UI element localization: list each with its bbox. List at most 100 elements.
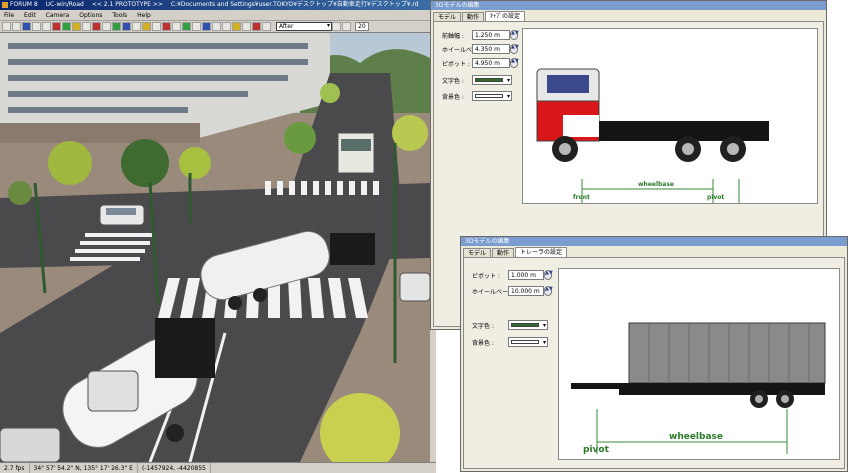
status-fps: 2.7 fps — [0, 463, 30, 473]
model-tool-icon[interactable] — [72, 22, 81, 31]
front-axle-value: 1.250 m — [475, 32, 500, 39]
menu-file[interactable]: File — [0, 10, 20, 20]
tree-tool-icon[interactable] — [112, 22, 121, 31]
trailer-preview: pivot wheelbase — [558, 268, 840, 460]
cab-stripe — [563, 115, 599, 137]
camera-tool-icon[interactable] — [82, 22, 91, 31]
car-tool-icon[interactable] — [252, 22, 261, 31]
dialog2-title: 3Dモデルの編集 — [461, 237, 847, 246]
move-tool-icon[interactable] — [132, 22, 141, 31]
open-file-icon[interactable] — [12, 22, 21, 31]
status-coordinates: 34° 57' 54.2" N, 135° 17' 26.3" E — [30, 463, 138, 473]
chevron-down-icon[interactable]: ▾ — [543, 338, 546, 347]
trailer-pivot-value: 1.000 m — [511, 272, 536, 279]
chevron-down-icon[interactable]: ▾ — [543, 321, 546, 330]
dialog2-tab-model[interactable]: モデル — [463, 248, 492, 257]
water-tool-icon[interactable] — [122, 22, 131, 31]
menu-camera[interactable]: Camera — [42, 10, 76, 20]
drive-tool-icon[interactable] — [182, 22, 191, 31]
prev-view-icon[interactable] — [332, 22, 341, 31]
zoom-tool-icon[interactable] — [152, 22, 161, 31]
trailer-container — [628, 322, 826, 384]
wheelbase-spin-icon[interactable]: ▲▼ — [510, 44, 519, 54]
menu-edit[interactable]: Edit — [20, 10, 42, 20]
trailer-model-dialog: 3Dモデルの編集 モデル 動作 トレーラの設定 ピボット : 1.000 m ▲… — [460, 236, 848, 472]
play-tool-icon[interactable] — [172, 22, 181, 31]
view-side-icon[interactable] — [232, 22, 241, 31]
stop-tool-icon[interactable] — [192, 22, 201, 31]
road-tool-icon[interactable] — [52, 22, 61, 31]
dialog1-tabs: モデル 動作 ｷｬﾌﾞの設定 — [433, 11, 526, 21]
route-tool-icon[interactable] — [262, 22, 271, 31]
pivot-spin-icon[interactable]: ▲▼ — [510, 58, 519, 68]
dialog1-tab-model[interactable]: モデル — [433, 12, 462, 21]
trailer-bg-color-label: 背景色 : — [472, 340, 494, 347]
pivot-input[interactable]: 4.950 m ▲▼ — [472, 58, 519, 68]
save-icon[interactable] — [22, 22, 31, 31]
trailer-bg-color-select[interactable]: ▾ — [508, 337, 548, 347]
next-view-icon[interactable] — [342, 22, 351, 31]
dialog2-tab-motion[interactable]: 動作 — [492, 248, 515, 257]
chevron-down-icon[interactable]: ▾ — [507, 92, 510, 101]
copy-icon[interactable] — [42, 22, 51, 31]
view-mode-select[interactable]: After — [276, 22, 332, 31]
wheelbase-text: wheelbase — [638, 181, 674, 188]
trailer-text-color-label: 文字色 : — [472, 323, 494, 330]
front-axle-label: 前軸幅 : — [442, 33, 464, 40]
menu-bar: File Edit Camera Options Tools Help — [0, 10, 436, 21]
front-axle-spin-icon[interactable]: ▲▼ — [510, 30, 519, 40]
new-file-icon[interactable] — [2, 22, 11, 31]
title-module: UC-win/Road — [45, 1, 84, 8]
status-extra: (-1457924, -4420855 — [138, 463, 211, 473]
wheelbase-value: 4.350 m — [475, 46, 500, 53]
view-persp-icon[interactable] — [242, 22, 251, 31]
view-top-icon[interactable] — [222, 22, 231, 31]
bg-color-select[interactable]: ▾ — [472, 91, 512, 101]
cab-window — [547, 75, 589, 93]
trailer-pivot-input[interactable]: 1.000 m ▲▼ — [508, 270, 553, 280]
trailer-wheelbase-spin-icon[interactable]: ▲▼ — [544, 286, 553, 296]
trailer-wheelbase-value: 10.000 m — [511, 288, 540, 295]
trailer-diagram: pivot wheelbase — [571, 322, 826, 455]
dialog2-tabs: モデル 動作 トレーラの設定 — [463, 247, 568, 257]
menu-help[interactable]: Help — [133, 10, 157, 20]
chevron-down-icon[interactable]: ▾ — [507, 76, 510, 85]
dialog1-tab-motion[interactable]: 動作 — [462, 12, 485, 21]
title-product: FORUM 8 — [10, 1, 38, 8]
record-tool-icon[interactable] — [162, 22, 171, 31]
weather-tool-icon[interactable] — [202, 22, 211, 31]
dialog2-tab-trailer[interactable]: トレーラの設定 — [515, 247, 568, 257]
cab-diagram: front wheelbase pivot — [536, 68, 769, 213]
trailer-pivot-spin-icon[interactable]: ▲▼ — [544, 270, 553, 280]
dialog1-title: 3Dモデルの編集 — [431, 1, 826, 10]
cab-preview: front wheelbase pivot — [522, 28, 818, 213]
trailer-frame — [619, 383, 825, 395]
trailer-text-color-swatch — [511, 323, 539, 327]
view-front-icon[interactable] — [212, 22, 221, 31]
dialog2-panel: ピボット : 1.000 m ▲▼ ホイールベース : 10.000 m ▲▼ … — [463, 257, 845, 469]
dialog1-tab-cab[interactable]: ｷｬﾌﾞの設定 — [485, 11, 526, 21]
menu-tools[interactable]: Tools — [108, 10, 133, 20]
terrain-tool-icon[interactable] — [62, 22, 71, 31]
front-axle-input[interactable]: 1.250 m ▲▼ — [472, 30, 519, 40]
3d-viewport[interactable] — [0, 33, 430, 462]
title-version: << 2.1 PROTOTYPE >> — [91, 1, 163, 8]
trailer-wheelbase-text: wheelbase — [669, 432, 723, 442]
toolbar: After 20 — [0, 21, 436, 33]
signal-tool-icon[interactable] — [92, 22, 101, 31]
pivot-value: 4.950 m — [475, 60, 500, 67]
app-logo-icon — [2, 2, 8, 8]
cut-icon[interactable] — [32, 22, 41, 31]
menu-options[interactable]: Options — [75, 10, 108, 20]
view-number-field[interactable]: 20 — [355, 22, 369, 31]
wheelbase-input[interactable]: 4.350 m ▲▼ — [472, 44, 519, 54]
app-titlebar: FORUM 8 UC-win/Road << 2.1 PROTOTYPE >> … — [0, 0, 436, 10]
light-tool-icon[interactable] — [142, 22, 151, 31]
trailer-text-color-select[interactable]: ▾ — [508, 320, 548, 330]
text-color-select[interactable]: ▾ — [472, 75, 512, 85]
trailer-wheelbase-input[interactable]: 10.000 m ▲▼ — [508, 286, 553, 296]
pivot-label: ピボット : — [442, 61, 470, 68]
trailer-pivot-label: ピボット : — [472, 273, 500, 280]
grid-tool-icon[interactable] — [102, 22, 111, 31]
text-color-label: 文字色 : — [442, 78, 464, 85]
